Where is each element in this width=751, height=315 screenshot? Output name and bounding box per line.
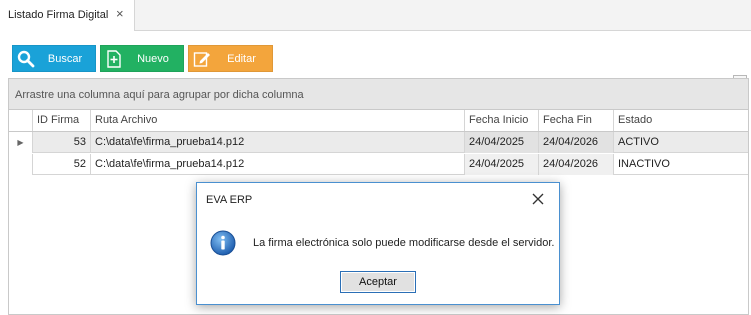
- nuevo-button[interactable]: Nuevo: [100, 45, 184, 72]
- table-row[interactable]: ▶ 53 C:\data\fe\firma_prueba14.p12 24/04…: [9, 132, 748, 153]
- row-indicator-header: [9, 110, 33, 131]
- cell-ruta-archivo[interactable]: C:\data\fe\firma_prueba14.p12: [91, 154, 465, 175]
- tab-listado-firma-digital[interactable]: Listado Firma Digital ×: [0, 0, 135, 31]
- buscar-label: Buscar: [47, 52, 83, 65]
- cell-estado[interactable]: ACTIVO: [614, 132, 748, 153]
- dialog-message: La firma electrónica solo puede modifica…: [253, 237, 555, 249]
- group-by-hint: Arrastre una columna aquí para agrupar p…: [15, 89, 304, 101]
- editar-button[interactable]: Editar: [188, 45, 273, 72]
- cell-estado[interactable]: INACTIVO: [614, 154, 748, 175]
- buscar-button[interactable]: Buscar: [12, 45, 96, 72]
- toolbar: Buscar Nuevo Editar ▲ ▼: [0, 32, 751, 103]
- grid-header: ID Firma Ruta Archivo Fecha Inicio Fecha…: [9, 110, 748, 132]
- column-header-estado[interactable]: Estado: [614, 110, 748, 131]
- cell-fecha-inicio[interactable]: 24/04/2025: [465, 154, 539, 175]
- dialog-title: EVA ERP: [206, 194, 253, 206]
- group-by-panel[interactable]: Arrastre una columna aquí para agrupar p…: [9, 79, 748, 110]
- column-header-fecha-inicio[interactable]: Fecha Inicio: [465, 110, 539, 131]
- cell-fecha-fin[interactable]: 24/04/2026: [539, 154, 614, 175]
- close-icon[interactable]: [530, 191, 546, 207]
- tab-close-icon[interactable]: ×: [116, 7, 124, 21]
- current-row-indicator-icon: ▶: [9, 132, 33, 153]
- info-icon: [210, 230, 236, 256]
- column-header-id-firma[interactable]: ID Firma: [33, 110, 91, 131]
- new-document-icon: [101, 46, 127, 71]
- cell-ruta-archivo[interactable]: C:\data\fe\firma_prueba14.p12: [91, 132, 465, 153]
- cell-fecha-inicio[interactable]: 24/04/2025: [465, 132, 539, 153]
- message-dialog: EVA ERP La firma electrónica solo puede …: [196, 182, 560, 305]
- tab-label: Listado Firma Digital: [8, 9, 109, 21]
- editar-label: Editar: [227, 52, 256, 65]
- document-tab-bar: Listado Firma Digital ×: [0, 0, 751, 31]
- column-header-fecha-fin[interactable]: Fecha Fin: [539, 110, 614, 131]
- row-indicator: [9, 154, 33, 175]
- cell-id-firma[interactable]: 53: [33, 132, 91, 153]
- edit-icon: [189, 46, 215, 71]
- table-row[interactable]: 52 C:\data\fe\firma_prueba14.p12 24/04/2…: [9, 154, 748, 175]
- aceptar-button[interactable]: Aceptar: [340, 271, 416, 293]
- cell-id-firma[interactable]: 52: [33, 154, 91, 175]
- search-icon: [13, 46, 39, 71]
- nuevo-label: Nuevo: [137, 52, 169, 65]
- cell-fecha-fin[interactable]: 24/04/2026: [539, 132, 614, 153]
- column-header-ruta-archivo[interactable]: Ruta Archivo: [91, 110, 465, 131]
